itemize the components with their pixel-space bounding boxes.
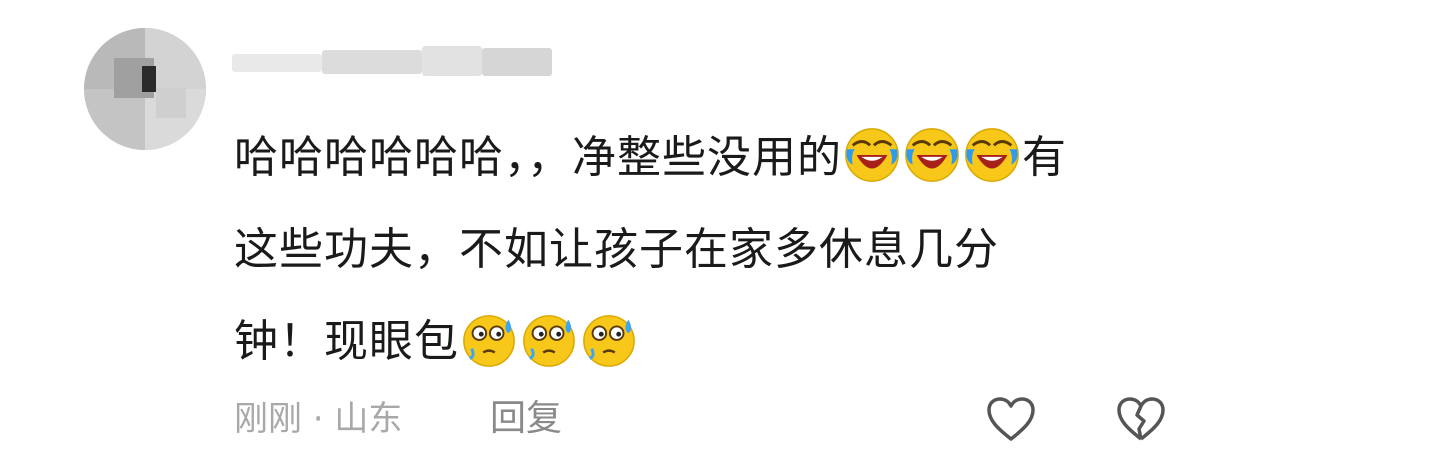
sweat-emoji-icon (523, 315, 575, 367)
broken-heart-outline-icon (1117, 397, 1165, 441)
comment-line-1-text: 哈哈哈哈哈哈，，净整些没用的 (234, 132, 842, 183)
comment-line-3-text: 钟！现眼包 (234, 316, 459, 367)
username-blurred[interactable] (232, 40, 562, 80)
laugh-cry-emoji-icon (965, 128, 1019, 182)
reply-button[interactable]: 回复 (490, 394, 562, 444)
comment-text: 哈哈哈哈哈哈，，净整些没用的 有 这些功夫，不如让孩子在家多休息几分 钟！现眼包 (234, 112, 1164, 388)
like-button[interactable] (985, 395, 1037, 443)
sweat-emoji-icon (463, 315, 515, 367)
laugh-cry-emoji-icon (845, 128, 899, 182)
comment-line-1-tail: 有 (1022, 132, 1067, 183)
laugh-cry-emoji-icon (905, 128, 959, 182)
comment-line-2: 这些功夫，不如让孩子在家多休息几分 (234, 224, 999, 275)
avatar[interactable] (84, 28, 206, 150)
sweat-emoji-icon (583, 315, 635, 367)
comment-time-location: 刚刚 · 山东 (234, 399, 403, 439)
comment-line-1: 哈哈哈哈哈哈，，净整些没用的 有 (234, 112, 1164, 204)
comment-line-3: 钟！现眼包 (234, 296, 1164, 388)
dislike-button[interactable] (1115, 395, 1167, 443)
heart-outline-icon (987, 397, 1035, 441)
